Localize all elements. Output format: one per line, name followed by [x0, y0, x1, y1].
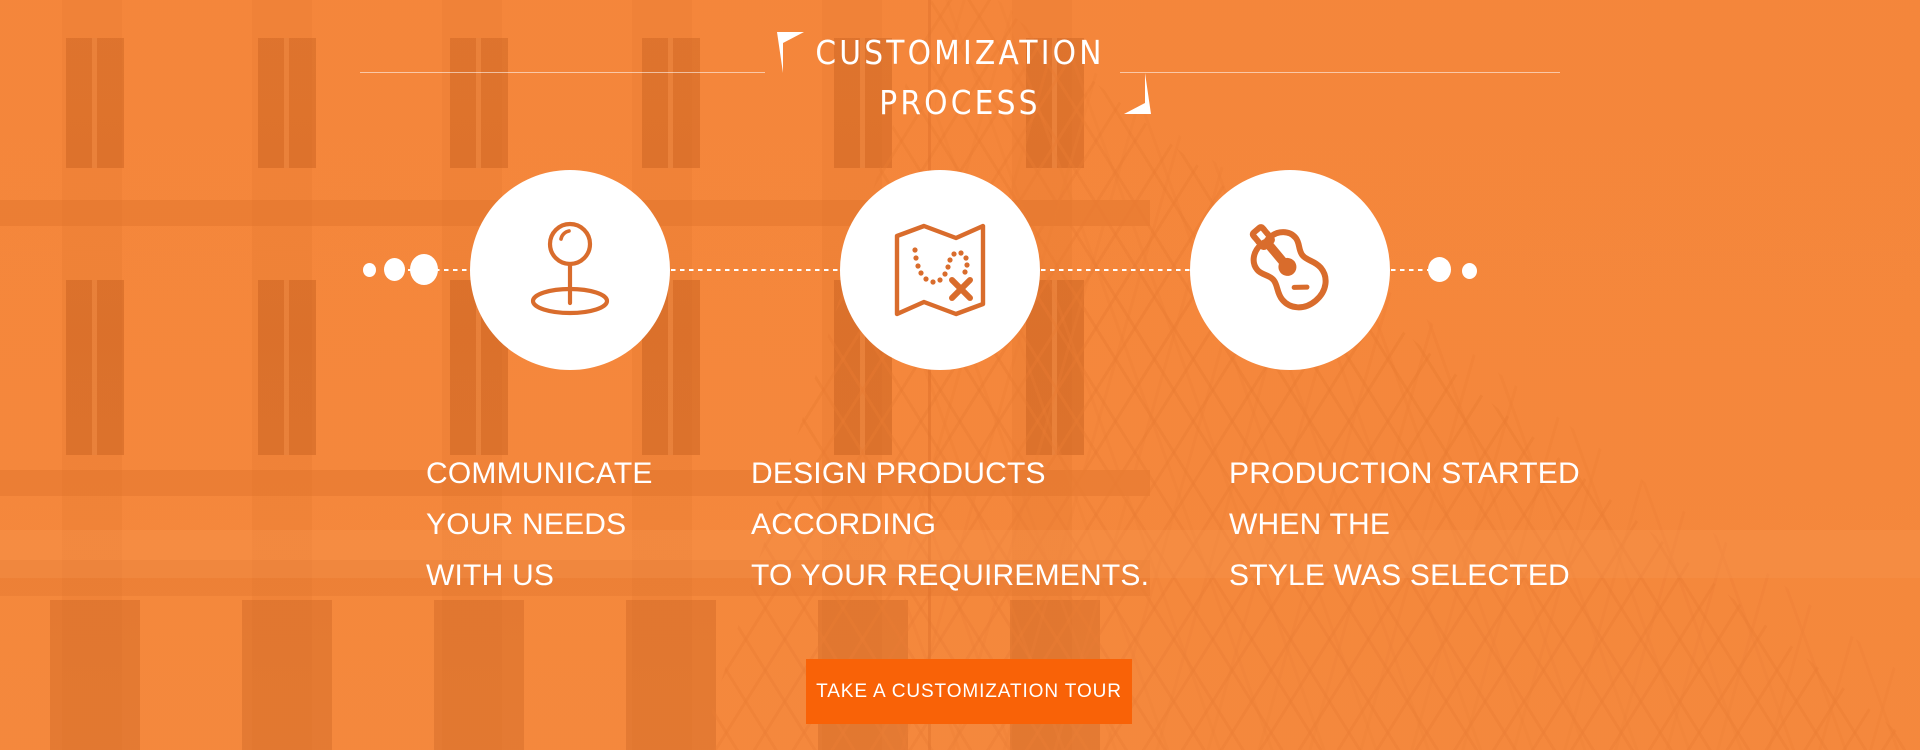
step-3-icon-circle[interactable] — [1190, 170, 1390, 370]
connector-dot-right-large — [1428, 257, 1451, 282]
header-rule-left — [360, 72, 765, 73]
step-2-caption-line-1: DESIGN PRODUCTS — [751, 457, 1046, 490]
step-1-caption-line-2: YOUR NEEDS — [426, 508, 627, 541]
section-header: CUSTOMIZATION PROCESS — [0, 28, 1920, 128]
step-2-caption-line-2: ACCORDING — [751, 508, 937, 541]
connector-line-start — [408, 269, 478, 271]
step-3-caption: PRODUCTION STARTED WHEN THE STYLE WAS SE… — [1229, 448, 1580, 601]
corner-bracket-bottom-right-icon — [1123, 73, 1151, 114]
connector-dot-right-small — [1462, 263, 1477, 279]
step-2-caption-line-3: TO YOUR REQUIREMENTS. — [751, 559, 1150, 592]
guitar-bridge — [1291, 284, 1310, 290]
step-1-icon-circle[interactable] — [470, 170, 670, 370]
connector-dot-left-medium — [384, 258, 405, 281]
customization-process-section: CUSTOMIZATION PROCESS COMMUNICATE YOUR N… — [0, 0, 1920, 750]
step-1-caption-line-3: WITH US — [426, 559, 555, 592]
section-title-line-2: PROCESS — [879, 83, 1041, 122]
treasure-map-icon — [894, 223, 986, 317]
step-2-caption: DESIGN PRODUCTS ACCORDING TO YOUR REQUIR… — [751, 448, 1149, 601]
section-title-line-1: CUSTOMIZATION — [815, 33, 1105, 72]
step-1-caption-line-1: COMMUNICATE — [426, 457, 653, 490]
map-pin-marker-icon — [530, 221, 610, 316]
step-1-caption: COMMUNICATE YOUR NEEDS WITH US — [426, 448, 653, 601]
step-3-caption-line-1: PRODUCTION STARTED — [1229, 457, 1580, 490]
connector-line-two-three — [1032, 269, 1198, 271]
map-x-marker — [949, 277, 973, 301]
corner-bracket-top-left-icon — [777, 32, 805, 73]
step-3-caption-line-3: STYLE WAS SELECTED — [1229, 559, 1570, 592]
section-title: CUSTOMIZATION PROCESS — [767, 28, 1152, 128]
header-rule-right — [1120, 72, 1560, 73]
connector-dot-left-small — [363, 263, 376, 277]
take-customization-tour-button[interactable]: TAKE A CUSTOMIZATION TOUR — [806, 659, 1132, 724]
process-step-captions: COMMUNICATE YOUR NEEDS WITH US DESIGN PR… — [0, 448, 1920, 592]
map-dotted-route — [912, 247, 970, 285]
acoustic-guitar-icon — [1249, 224, 1329, 311]
process-steps-row — [0, 170, 1920, 370]
step-3-caption-line-2: WHEN THE — [1229, 508, 1391, 541]
step-2-icon-circle[interactable] — [840, 170, 1040, 370]
connector-line-one-two — [662, 269, 848, 271]
